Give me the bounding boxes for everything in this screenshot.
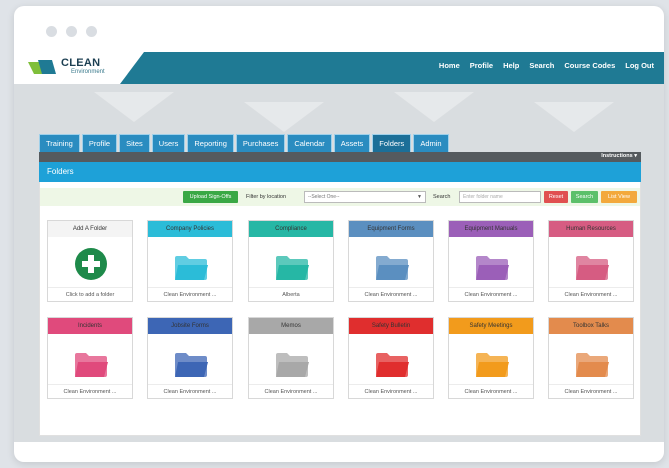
folder-icon: [175, 353, 208, 377]
tab-bar: Training Profile Sites Users Reporting P…: [39, 134, 449, 152]
reset-button[interactable]: Reset: [544, 191, 568, 203]
window-titlebar: [14, 6, 664, 52]
folder-icon: [476, 256, 509, 280]
folder-icon: [276, 353, 309, 377]
folder-icon: [476, 353, 509, 377]
section-title: Folders: [47, 167, 74, 176]
folder-location: Clean Environment ...: [449, 384, 533, 398]
tab-profile[interactable]: Profile: [81, 134, 118, 152]
tab-sites[interactable]: Sites: [119, 134, 150, 152]
folder-title: Incidents: [48, 318, 132, 334]
section-header: Folders: [39, 162, 641, 182]
folders-content: Upload Sign-Offs Filter by location --Se…: [39, 182, 641, 436]
folder-location: Clean Environment ...: [549, 384, 633, 398]
folder-title: Safety Bulletin: [349, 318, 433, 334]
folder-title: Memos: [249, 318, 333, 334]
folder-icon: [175, 256, 208, 280]
folder-icon: [576, 256, 609, 280]
folder-title: Safety Meetings: [449, 318, 533, 334]
instructions-bar: Instructions ▾: [39, 152, 641, 162]
tab-training[interactable]: Training: [39, 134, 80, 152]
folder-card[interactable]: Safety Bulletin Clean Environment ...: [348, 317, 434, 399]
search-button[interactable]: Search: [571, 191, 598, 203]
folder-location: Clean Environment ...: [148, 287, 232, 301]
folder-card[interactable]: Human Resources Clean Environment ...: [548, 220, 634, 302]
folder-title: Toolbox Talks: [549, 318, 633, 334]
location-select-value: --Select One--: [308, 194, 340, 200]
folder-card[interactable]: Safety Meetings Clean Environment ...: [448, 317, 534, 399]
folder-icon: [376, 256, 409, 280]
folder-toolbar: Upload Sign-Offs Filter by location --Se…: [40, 188, 640, 206]
tab-assets[interactable]: Assets: [333, 134, 371, 152]
folder-card[interactable]: Company Policies Clean Environment ...: [147, 220, 233, 302]
nav-course-codes[interactable]: Course Codes: [564, 61, 615, 70]
nav-home[interactable]: Home: [439, 61, 460, 70]
list-view-button[interactable]: List View: [601, 191, 637, 203]
folder-location: Clean Environment ...: [549, 287, 633, 301]
instructions-toggle[interactable]: Instructions ▾: [601, 153, 637, 159]
tab-folders[interactable]: Folders: [372, 134, 412, 152]
folder-location: Clean Environment ...: [249, 384, 333, 398]
plus-circle-icon: [75, 248, 107, 280]
background-pattern: [94, 92, 174, 122]
folder-icon: [75, 353, 108, 377]
folder-location: Clean Environment ...: [48, 384, 132, 398]
folder-title: Jobsite Forms: [148, 318, 232, 334]
folder-icon: [576, 353, 609, 377]
app-viewport: CLEAN Environment Home Profile Help Sear…: [14, 52, 664, 442]
folder-title: Compliance: [249, 221, 333, 237]
window-dot-icon: [66, 26, 77, 37]
filter-label: Filter by location: [246, 194, 287, 200]
window-dot-icon: [46, 26, 57, 37]
background-pattern: [394, 92, 474, 122]
folder-location: Clean Environment ...: [349, 384, 433, 398]
logo-icon: [28, 60, 56, 74]
window-dot-icon: [86, 26, 97, 37]
background-pattern: [244, 102, 324, 132]
tab-admin[interactable]: Admin: [413, 134, 449, 152]
folder-card[interactable]: Equipment Manuals Clean Environment ...: [448, 220, 534, 302]
folder-title: Equipment Manuals: [449, 221, 533, 237]
nav-help[interactable]: Help: [503, 61, 519, 70]
logo-subtitle: Environment: [71, 69, 105, 75]
folder-icon: [276, 256, 309, 280]
folder-card[interactable]: Toolbox Talks Clean Environment ...: [548, 317, 634, 399]
background-pattern: [534, 102, 614, 132]
add-folder-footer: Click to add a folder: [48, 287, 132, 301]
add-folder-title: Add A Folder: [48, 221, 132, 237]
folder-card[interactable]: Compliance Alberta: [248, 220, 334, 302]
folder-card[interactable]: Jobsite Forms Clean Environment ...: [147, 317, 233, 399]
folder-card[interactable]: Memos Clean Environment ...: [248, 317, 334, 399]
folder-card[interactable]: Incidents Clean Environment ...: [47, 317, 133, 399]
tab-calendar[interactable]: Calendar: [287, 134, 332, 152]
tab-reporting[interactable]: Reporting: [187, 134, 234, 152]
nav-profile[interactable]: Profile: [470, 61, 493, 70]
site-header: CLEAN Environment Home Profile Help Sear…: [14, 52, 664, 84]
browser-window: CLEAN Environment Home Profile Help Sear…: [14, 6, 664, 462]
add-folder-card[interactable]: Add A Folder Click to add a folder: [47, 220, 133, 302]
tab-purchases[interactable]: Purchases: [235, 134, 286, 152]
tab-users[interactable]: Users: [151, 134, 186, 152]
main-panel: Training Profile Sites Users Reporting P…: [39, 134, 641, 436]
folder-title: Equipment Forms: [349, 221, 433, 237]
folder-title: Company Policies: [148, 221, 232, 237]
folder-location: Alberta: [249, 287, 333, 301]
top-nav: Home Profile Help Search Course Codes Lo…: [439, 61, 654, 70]
location-select[interactable]: --Select One-- ▼: [304, 191, 426, 203]
folder-location: Clean Environment ...: [148, 384, 232, 398]
nav-log-out[interactable]: Log Out: [625, 61, 654, 70]
folder-location: Clean Environment ...: [449, 287, 533, 301]
folder-location: Clean Environment ...: [349, 287, 433, 301]
logo-text: CLEAN: [61, 57, 101, 69]
search-label: Search: [433, 194, 451, 200]
folder-search-input[interactable]: Enter folder name: [459, 191, 541, 203]
nav-search[interactable]: Search: [529, 61, 554, 70]
folder-icon: [376, 353, 409, 377]
folder-title: Human Resources: [549, 221, 633, 237]
upload-sign-offs-button[interactable]: Upload Sign-Offs: [183, 191, 238, 203]
chevron-down-icon: ▼: [417, 194, 422, 200]
folder-card[interactable]: Equipment Forms Clean Environment ...: [348, 220, 434, 302]
